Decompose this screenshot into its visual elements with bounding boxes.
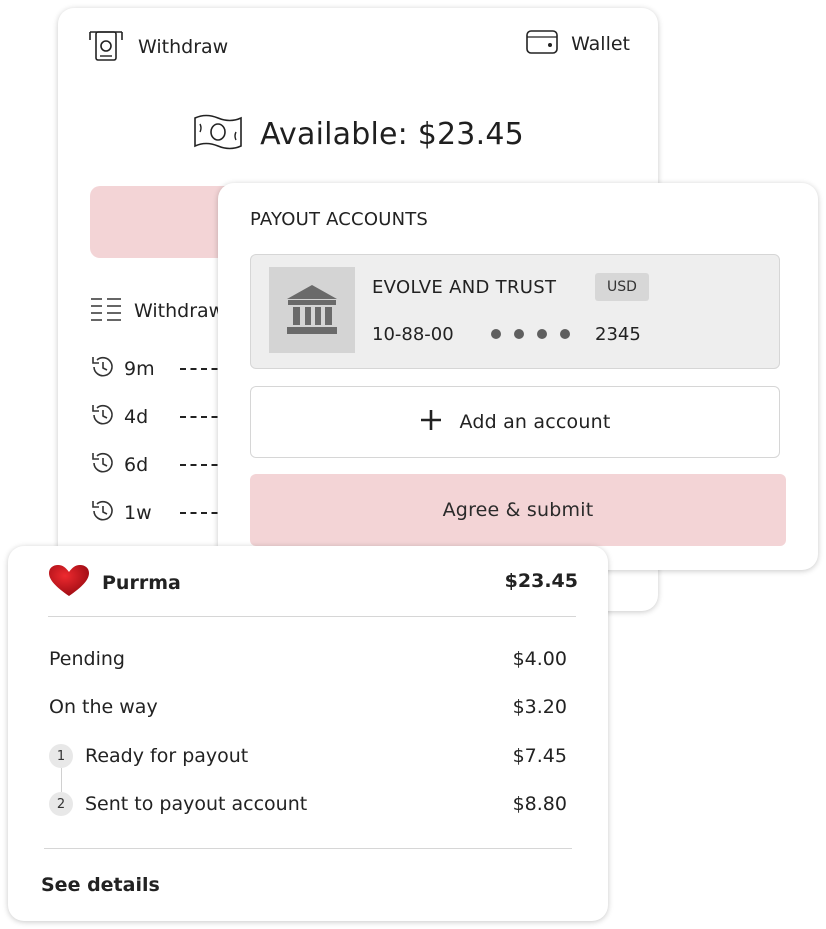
row-amount: $7.45 <box>512 745 567 767</box>
row-amount: $8.80 <box>512 793 567 815</box>
bank-name: EVOLVE AND TRUST <box>372 277 557 298</box>
payout-accounts-card: PAYOUT ACCOUNTS EVOLVE AND TRUST USD 10-… <box>218 183 818 570</box>
sort-code: 10-88-00 <box>372 324 454 345</box>
add-account-button[interactable]: Add an account <box>250 386 780 458</box>
wallet-link[interactable]: Wallet <box>525 28 630 60</box>
step-number: 1 <box>49 744 73 768</box>
plus-icon <box>419 408 443 436</box>
masked-digits <box>491 329 570 339</box>
heart-icon <box>48 564 90 602</box>
summary-row-ready: 1 Ready for payout $7.45 <box>49 744 567 768</box>
list-icon <box>90 296 122 326</box>
bank-icon <box>269 267 355 353</box>
withdraw-history-header: Withdraw <box>90 296 224 326</box>
history-time: 4d <box>124 406 149 428</box>
add-account-label: Add an account <box>459 411 611 433</box>
withdraw-header: Withdraw <box>86 28 228 66</box>
row-label: On the way <box>49 696 158 718</box>
account-last4: 2345 <box>595 324 641 345</box>
currency-badge: USD <box>595 273 649 301</box>
atm-withdraw-icon <box>86 28 126 66</box>
history-time: 6d <box>124 454 149 476</box>
withdraw-title: Withdraw <box>138 36 229 58</box>
balance-summary-card: Purrma $23.45 Pending $4.00 On the way $… <box>8 546 608 921</box>
row-amount: $4.00 <box>512 648 567 670</box>
history-title: Withdraw <box>134 300 225 322</box>
brand-name: Purrma <box>102 572 181 594</box>
summary-row-sent: 2 Sent to payout account $8.80 <box>49 792 567 816</box>
step-connector <box>61 768 62 792</box>
divider <box>44 848 572 849</box>
history-icon <box>90 354 116 384</box>
wallet-icon <box>525 28 559 60</box>
step-number: 2 <box>49 792 73 816</box>
history-time: 9m <box>124 358 155 380</box>
available-text: Available: $23.45 <box>260 116 524 152</box>
history-icon <box>90 498 116 528</box>
total-amount: $23.45 <box>504 570 578 592</box>
history-item[interactable]: 9m <box>90 354 228 384</box>
row-label: Pending <box>49 648 125 670</box>
history-item[interactable]: 6d <box>90 450 228 480</box>
summary-row-on-the-way: On the way $3.20 <box>49 696 567 718</box>
divider <box>48 616 576 617</box>
payout-title: PAYOUT ACCOUNTS <box>250 209 429 230</box>
brand: Purrma <box>48 564 181 602</box>
history-icon <box>90 450 116 480</box>
row-label: Ready for payout <box>85 745 249 767</box>
history-time: 1w <box>124 502 152 524</box>
history-item[interactable]: 4d <box>90 402 228 432</box>
wallet-label: Wallet <box>571 33 630 55</box>
agree-submit-button[interactable]: Agree & submit <box>250 474 786 546</box>
row-label: Sent to payout account <box>85 793 308 815</box>
available-balance: Available: $23.45 <box>58 112 658 156</box>
see-details-link[interactable]: See details <box>41 874 160 896</box>
history-icon <box>90 402 116 432</box>
payout-account[interactable]: EVOLVE AND TRUST USD 10-88-00 2345 <box>250 254 780 369</box>
row-amount: $3.20 <box>512 696 567 718</box>
cash-icon <box>192 112 244 156</box>
history-item[interactable]: 1w <box>90 498 228 528</box>
summary-row-pending: Pending $4.00 <box>49 648 567 670</box>
